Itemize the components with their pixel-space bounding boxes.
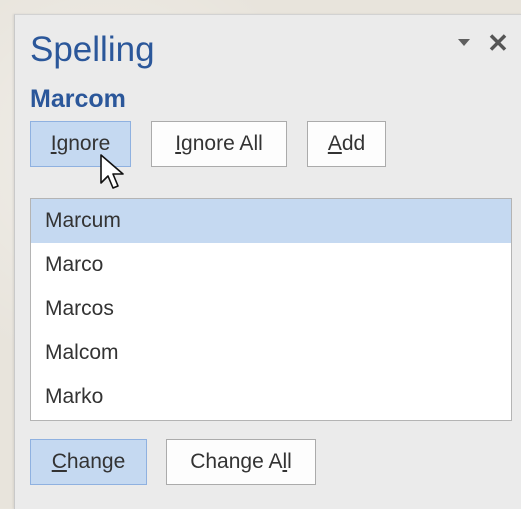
ignore-button-label: gnore [56, 132, 111, 155]
change-button[interactable]: Change [30, 439, 147, 485]
close-icon[interactable]: ✕ [485, 30, 511, 56]
change-all-button-label-pre: Change A [190, 450, 283, 473]
suggestion-item[interactable]: Marcum [31, 199, 511, 243]
ignore-button[interactable]: Ignore [30, 121, 131, 167]
ignore-all-button-label: gnore All [181, 132, 263, 155]
spelling-pane: Spelling ✕ Marcom Ignore Ignore All Add … [14, 14, 521, 509]
suggestion-item[interactable]: Malcom [31, 331, 511, 375]
misspelled-word: Marcom [30, 85, 126, 113]
change-all-button[interactable]: Change All [166, 439, 316, 485]
suggestion-item[interactable]: Marko [31, 375, 511, 419]
add-button[interactable]: Add [307, 121, 386, 167]
chevron-down-icon[interactable] [458, 39, 470, 46]
pane-title: Spelling [30, 30, 155, 69]
suggestion-item[interactable]: Marco [31, 243, 511, 287]
change-button-accelerator: C [51, 450, 67, 473]
suggestions-list[interactable]: Marcum Marco Marcos Malcom Marko [30, 198, 512, 421]
suggestion-item[interactable]: Marcos [31, 287, 511, 331]
add-button-label: dd [341, 132, 366, 155]
ignore-all-button[interactable]: Ignore All [151, 121, 287, 167]
change-button-label: hange [66, 450, 126, 473]
add-button-accelerator: A [327, 132, 342, 155]
change-all-button-label: l [287, 450, 292, 473]
